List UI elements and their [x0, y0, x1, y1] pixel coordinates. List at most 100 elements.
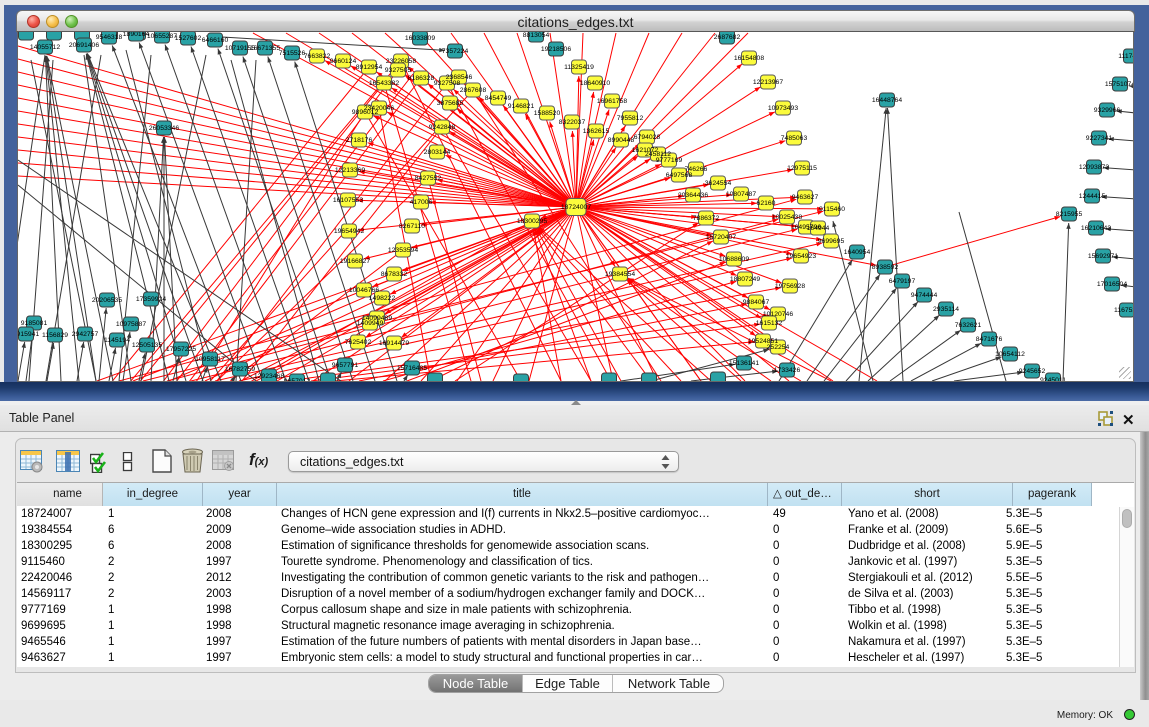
svg-text:9185081: 9185081: [21, 320, 48, 327]
svg-text:164944: 164944: [807, 225, 830, 232]
svg-text:17016504: 17016504: [1097, 281, 1127, 288]
svg-text:19654942: 19654942: [334, 228, 364, 235]
svg-text:2718176: 2718176: [346, 137, 373, 144]
svg-text:1733426: 1733426: [774, 367, 801, 374]
svg-text:8912954: 8912954: [356, 64, 383, 71]
svg-text:7357224: 7357224: [442, 48, 469, 55]
svg-text:7663822: 7663822: [304, 53, 331, 60]
svg-text:20691406: 20691406: [69, 42, 99, 49]
svg-text:1498222: 1498222: [369, 295, 396, 302]
svg-text:10120746: 10120746: [763, 311, 793, 318]
svg-text:8471676: 8471676: [976, 336, 1003, 343]
svg-text:2368546: 2368546: [446, 74, 473, 81]
svg-text:6794028: 6794028: [634, 134, 661, 141]
svg-text:1640954: 1640954: [844, 249, 871, 256]
svg-text:7955812: 7955812: [617, 115, 644, 122]
svg-text:9896012: 9896012: [352, 109, 379, 116]
svg-text:15136141: 15136141: [729, 360, 759, 367]
svg-text:9327505: 9327505: [385, 67, 412, 74]
svg-text:7632621: 7632621: [955, 322, 982, 329]
svg-text:6466160: 6466160: [202, 37, 229, 44]
svg-text:15716485: 15716485: [397, 365, 427, 372]
svg-text:20206535: 20206535: [92, 297, 122, 304]
svg-text:16914479: 16914479: [379, 340, 409, 347]
svg-text:1890164: 1890164: [123, 32, 150, 38]
svg-text:19384554: 19384554: [605, 271, 635, 278]
svg-text:9146821: 9146821: [508, 103, 535, 110]
svg-text:3915941: 3915941: [18, 331, 39, 338]
svg-text:19654923: 19654923: [786, 253, 816, 260]
svg-text:252254: 252254: [767, 344, 790, 351]
svg-text:15751074: 15751074: [1105, 81, 1134, 88]
svg-text:10025438: 10025438: [772, 214, 802, 221]
svg-text:2867608: 2867608: [460, 87, 487, 94]
svg-text:2803144: 2803144: [424, 149, 451, 156]
svg-text:16671355: 16671355: [250, 45, 280, 52]
svg-text:16961758: 16961758: [597, 98, 627, 105]
svg-text:18640910: 18640910: [580, 80, 610, 87]
svg-text:1145194: 1145194: [104, 337, 130, 344]
svg-text:8454749: 8454749: [485, 95, 512, 102]
svg-text:18724007: 18724007: [561, 204, 591, 211]
svg-text:10973493: 10973493: [768, 105, 798, 112]
svg-text:9657791: 9657791: [332, 362, 359, 369]
svg-text:11325419: 11325419: [564, 64, 594, 71]
svg-text:3875685: 3875685: [437, 100, 464, 107]
svg-text:12505135: 12505135: [132, 342, 162, 349]
svg-text:10655287: 10655287: [147, 33, 177, 40]
svg-text:16543382: 16543382: [369, 80, 399, 87]
svg-text:9884067: 9884067: [743, 299, 770, 306]
svg-text:14055712: 14055712: [30, 44, 60, 51]
svg-text:16448764: 16448764: [872, 97, 902, 104]
svg-text:12213369: 12213369: [335, 167, 365, 174]
svg-text:10807487: 10807487: [726, 191, 756, 198]
svg-text:9327508: 9327508: [434, 80, 461, 87]
svg-text:7515526: 7515526: [279, 50, 306, 57]
svg-text:417006: 417006: [410, 199, 433, 206]
svg-text:10688609: 10688609: [719, 256, 749, 263]
svg-text:12353594: 12353594: [388, 247, 418, 254]
svg-text:12213967: 12213967: [753, 79, 783, 86]
svg-text:9227341: 9227341: [1086, 135, 1113, 142]
svg-text:16154808: 16154808: [734, 55, 764, 62]
svg-text:10958117: 10958117: [195, 356, 225, 363]
svg-text:8678332: 8678332: [381, 271, 408, 278]
svg-text:12093873: 12093873: [1079, 164, 1109, 171]
svg-text:16107553: 16107553: [333, 197, 363, 204]
svg-text:8427552: 8427552: [415, 175, 442, 182]
svg-text:16782759: 16782759: [225, 366, 255, 373]
svg-text:19166827: 19166827: [340, 258, 370, 265]
svg-text:17359924: 17359924: [136, 296, 166, 303]
svg-text:9115460: 9115460: [819, 206, 845, 213]
svg-text:8186328: 8186328: [408, 75, 435, 82]
svg-text:9474444: 9474444: [911, 292, 938, 299]
svg-text:7485063: 7485063: [781, 135, 808, 142]
svg-text:12923468: 12923468: [254, 373, 284, 380]
svg-text:17957225: 17957225: [166, 346, 196, 353]
svg-text:1362615: 1362615: [583, 128, 610, 135]
svg-text:2942757: 2942757: [72, 331, 99, 338]
svg-text:9242848: 9242848: [429, 124, 456, 131]
svg-text:8322037: 8322037: [559, 119, 586, 126]
svg-text:1409949: 1409949: [357, 320, 384, 327]
svg-text:62160: 62160: [757, 200, 776, 207]
svg-text:10654112: 10654112: [995, 351, 1025, 358]
svg-text:1167539: 1167539: [1114, 307, 1134, 314]
svg-text:9245652: 9245652: [1019, 368, 1046, 375]
svg-text:9657012: 9657012: [284, 378, 311, 382]
svg-text:1244415: 1244415: [1079, 193, 1106, 200]
svg-text:15692971: 15692971: [1088, 253, 1118, 260]
svg-text:9546318: 9546318: [96, 34, 123, 41]
svg-text:19218506: 19218506: [541, 46, 571, 53]
svg-text:1156829: 1156829: [42, 332, 68, 339]
svg-text:7625402: 7625402: [345, 339, 372, 346]
svg-text:10046766: 10046766: [349, 287, 379, 294]
svg-text:9329966: 9329966: [1094, 107, 1121, 114]
svg-text:6497568: 6497568: [666, 172, 693, 179]
svg-text:8215955: 8215955: [1056, 211, 1083, 218]
svg-text:2687682: 2687682: [714, 34, 741, 41]
svg-text:9660124: 9660124: [330, 58, 357, 65]
svg-text:1615132: 1615132: [756, 320, 783, 327]
svg-text:8813054: 8813054: [523, 32, 550, 39]
svg-text:16210643: 16210643: [1081, 225, 1111, 232]
